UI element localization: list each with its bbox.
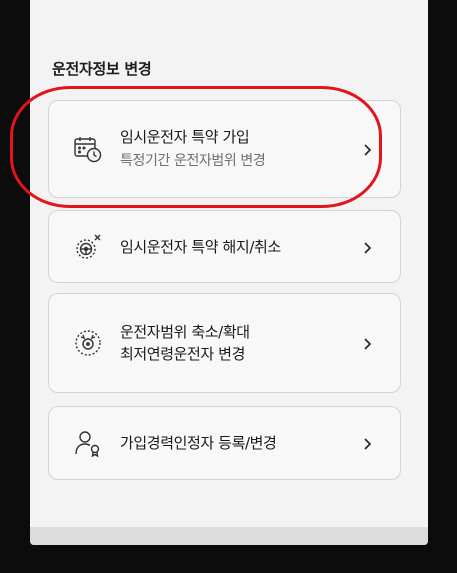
section-title: 운전자정보 변경 — [52, 60, 152, 78]
menu-item-title: 가입경력인정자 등록/변경 — [120, 434, 277, 452]
app-screen: 운전자정보 변경 임시운전자 특약 가입 특정기간 운전자범위 변경 임시운전자… — [30, 0, 428, 545]
person-certificate-icon — [73, 428, 103, 458]
chevron-right-icon — [362, 240, 372, 254]
menu-item-title-line2: 최저연령운전자 변경 — [120, 345, 245, 363]
chevron-right-icon — [362, 436, 372, 450]
menu-item-title: 운전자범위 축소/확대 — [120, 323, 250, 341]
menu-item-subtitle: 특정기간 운전자범위 변경 — [120, 153, 266, 169]
chevron-right-icon — [362, 336, 372, 350]
menu-item-title: 임시운전자 특약 가입 — [120, 128, 250, 146]
device-frame: 운전자정보 변경 임시운전자 특약 가입 특정기간 운전자범위 변경 임시운전자… — [0, 0, 457, 573]
menu-item-experienced-driver[interactable]: 가입경력인정자 등록/변경 — [48, 406, 401, 480]
menu-item-driver-range[interactable]: 운전자범위 축소/확대 최저연령운전자 변경 — [48, 293, 401, 393]
menu-item-title: 임시운전자 특약 해지/취소 — [120, 237, 281, 256]
menu-item-temp-driver-join[interactable]: 임시운전자 특약 가입 특정기간 운전자범위 변경 — [48, 100, 401, 198]
menu-item-temp-driver-cancel[interactable]: 임시운전자 특약 해지/취소 — [48, 210, 401, 283]
calendar-clock-icon — [73, 134, 103, 164]
steering-wheel-cancel-icon — [73, 232, 103, 262]
bottom-edge — [30, 527, 428, 545]
chevron-right-icon — [362, 142, 372, 156]
driver-range-icon — [73, 328, 103, 358]
